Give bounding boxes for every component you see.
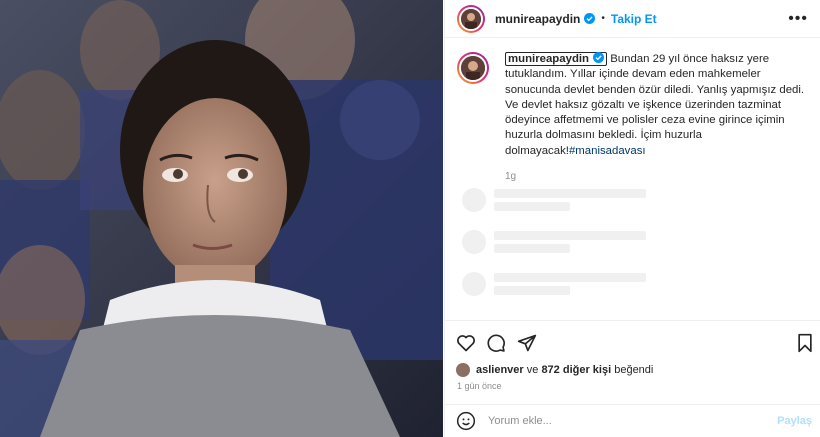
comment-bar: Paylaş (444, 404, 820, 437)
comment-icon[interactable] (486, 333, 506, 353)
comment-skeleton (462, 185, 662, 215)
caption-age: 1g (505, 171, 517, 183)
comment-input[interactable] (488, 415, 778, 427)
likes-summary: aslienver ve 872 diğer kişi beğendi (456, 363, 653, 377)
post-header: munireapaydin • Takip Et ••• (445, 0, 820, 38)
more-options-icon[interactable]: ••• (788, 10, 808, 28)
author-avatar[interactable] (457, 4, 485, 33)
heart-icon[interactable] (456, 333, 476, 353)
caption-text-block: munireapaydin Bundan 29 yıl önce haksız … (505, 52, 805, 184)
likes-connector: ve (523, 364, 542, 376)
follow-button[interactable]: Takip Et (611, 12, 657, 26)
smiley-icon[interactable] (456, 411, 476, 431)
post-image (0, 0, 443, 437)
post-timestamp[interactable]: 1 gün önce (457, 381, 502, 391)
action-bar (444, 320, 820, 364)
caption-comment: munireapaydin Bundan 29 yıl önce haksız … (445, 38, 820, 184)
separator-dot: • (601, 13, 605, 24)
post-photo (0, 0, 443, 437)
caption-body: Bundan 29 yıl önce haksız yere tutukland… (505, 53, 805, 157)
verified-badge-icon (584, 13, 596, 24)
caption-avatar[interactable] (457, 52, 489, 84)
likes-suffix: beğendi (611, 364, 654, 376)
author-username[interactable]: munireapaydin (495, 12, 580, 26)
likes-others[interactable]: 872 diğer kişi (541, 364, 611, 376)
hashtag-link[interactable]: #manisadavası (569, 145, 646, 157)
verified-badge-icon (593, 52, 605, 63)
comment-skeleton (462, 227, 662, 257)
liker-avatar[interactable] (456, 363, 470, 377)
bookmark-icon[interactable] (795, 333, 815, 353)
comment-skeleton (462, 269, 662, 299)
caption-username[interactable]: munireapaydin (505, 52, 608, 66)
send-icon[interactable] (517, 333, 537, 353)
post-comment-button[interactable]: Paylaş (777, 415, 812, 427)
liker-username[interactable]: aslienver (476, 364, 524, 376)
